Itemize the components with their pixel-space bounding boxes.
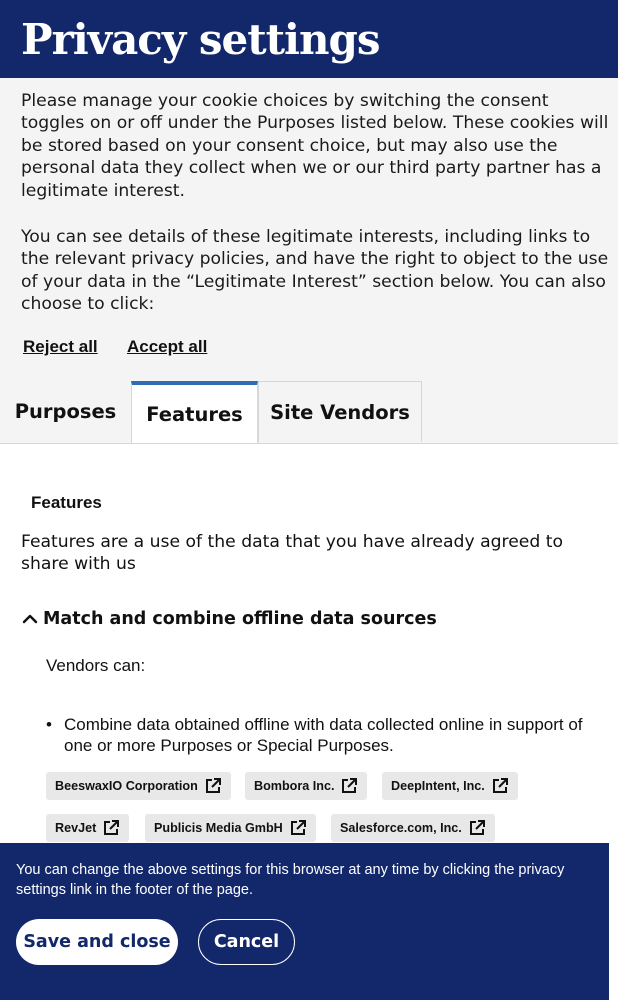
vendor-chip[interactable]: Salesforce.com, Inc. <box>331 814 495 842</box>
vendor-chip[interactable]: RevJet <box>46 814 130 842</box>
bullet-text: Combine data obtained offline with data … <box>64 715 583 755</box>
reject-all-link[interactable]: Reject all <box>23 337 98 357</box>
bullet-dot: • <box>46 715 52 734</box>
section-description: Features are a use of the data that you … <box>21 532 563 575</box>
tab-purposes[interactable]: Purposes <box>0 381 131 442</box>
external-link-icon <box>104 820 120 835</box>
accept-all-link[interactable]: Accept all <box>127 337 207 357</box>
intro-panel: Please manage your cookie choices by swi… <box>0 78 618 381</box>
external-link-icon <box>492 778 508 793</box>
vendor-name: BeeswaxIO Corporation <box>55 779 198 793</box>
save-and-close-button[interactable]: Save and close <box>16 919 178 965</box>
tab-site-vendors[interactable]: Site Vendors <box>258 381 422 442</box>
page-title: Privacy settings <box>21 15 381 64</box>
intro-paragraph-1: Please manage your cookie choices by swi… <box>21 91 609 201</box>
vendor-name: Bombora Inc. <box>254 779 335 793</box>
vendor-name: RevJet <box>55 821 97 835</box>
footer-text: You can change the above settings for th… <box>16 862 565 898</box>
accordion-toggle[interactable]: Match and combine offline data sources <box>21 609 437 629</box>
vendor-chip[interactable]: DeepIntent, Inc. <box>382 772 518 800</box>
vendor-chip[interactable]: Publicis Media GmbH <box>145 814 316 842</box>
vendor-chip[interactable]: Bombora Inc. <box>245 772 368 800</box>
external-link-icon <box>290 820 306 835</box>
vendor-name: Salesforce.com, Inc. <box>340 821 462 835</box>
header: Privacy settings <box>0 0 618 78</box>
tab-features[interactable]: Features <box>131 381 258 443</box>
accordion-title: Match and combine offline data sources <box>43 609 437 629</box>
chevron-up-icon <box>22 614 38 624</box>
vendor-name: DeepIntent, Inc. <box>391 779 485 793</box>
intro-paragraph-2: You can see details of these legitimate … <box>21 227 609 315</box>
list-item: • Combine data obtained offline with dat… <box>46 714 586 756</box>
vendor-chip[interactable]: BeeswaxIO Corporation <box>46 772 231 800</box>
cancel-button[interactable]: Cancel <box>198 919 295 965</box>
vendor-name: Publicis Media GmbH <box>154 821 283 835</box>
external-link-icon <box>469 820 485 835</box>
section-title: Features <box>31 493 102 512</box>
vendors-can-label: Vendors can: <box>46 656 146 675</box>
footer-bar: You can change the above settings for th… <box>0 843 609 1000</box>
tab-bar: Purposes Features Site Vendors <box>0 381 618 444</box>
external-link-icon <box>205 778 221 793</box>
external-link-icon <box>342 778 358 793</box>
